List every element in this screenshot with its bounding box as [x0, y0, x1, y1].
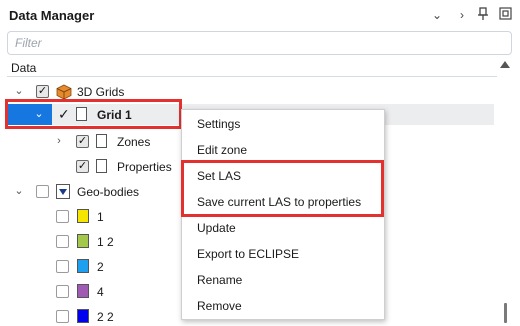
- checkbox[interactable]: [56, 210, 69, 223]
- tree-item-label: 2 2: [97, 310, 114, 324]
- filter-input[interactable]: [8, 32, 511, 54]
- menu-item-settings[interactable]: Settings: [197, 117, 240, 131]
- tree-item-label: 3D Grids: [77, 85, 125, 99]
- menu-item-remove[interactable]: Remove: [197, 299, 242, 313]
- collapse-arrow-icon[interactable]: ⌄: [13, 85, 25, 97]
- menu-item-edit-zone[interactable]: Edit zone: [197, 143, 247, 157]
- float-window-icon[interactable]: [498, 7, 512, 23]
- chevron-down-icon[interactable]: ⌄: [430, 7, 444, 23]
- tree-item-label: Zones: [117, 135, 151, 149]
- checkbox[interactable]: [56, 235, 69, 248]
- menu-item-rename[interactable]: Rename: [197, 273, 242, 287]
- annotation-highlight-las: [181, 160, 384, 217]
- scroll-thumb[interactable]: [504, 303, 507, 323]
- tree-item-properties[interactable]: ✓ Properties: [0, 156, 180, 178]
- chevron-right-icon[interactable]: ›: [455, 7, 469, 23]
- scroll-up-arrow-icon[interactable]: [500, 61, 510, 68]
- color-swatch: [77, 309, 89, 323]
- tree-item-geo-body[interactable]: 2: [0, 256, 180, 278]
- checkbox[interactable]: ✓: [36, 85, 49, 98]
- tree-item-zones[interactable]: › ✓ Zones: [0, 131, 180, 153]
- tree-item-label: 2: [97, 260, 104, 274]
- tree-item-geo-body[interactable]: 4: [0, 281, 180, 303]
- checkbox[interactable]: ✓: [76, 160, 89, 173]
- tree-item-geo-body[interactable]: 1 2: [0, 231, 180, 253]
- tree-item-geo-bodies[interactable]: ⌄ Geo-bodies: [0, 181, 180, 203]
- checkbox[interactable]: [36, 185, 49, 198]
- checkbox[interactable]: [56, 285, 69, 298]
- color-swatch: [77, 234, 89, 248]
- panel-titlebar: Data Manager ⌄ ›: [0, 0, 520, 30]
- vertical-scrollbar[interactable]: [498, 58, 514, 326]
- panel-title: Data Manager: [9, 8, 95, 23]
- geo-body-icon: [56, 184, 70, 202]
- checkbox[interactable]: [56, 260, 69, 273]
- tree-item-geo-body[interactable]: 2 2: [0, 306, 180, 326]
- tree-item-geo-body[interactable]: 1: [0, 206, 180, 228]
- checkbox[interactable]: [56, 310, 69, 323]
- properties-document-icon: [96, 159, 107, 173]
- filter-field[interactable]: [7, 31, 512, 55]
- pin-icon[interactable]: [476, 7, 490, 23]
- color-swatch: [77, 284, 89, 298]
- zones-document-icon: [96, 134, 107, 148]
- column-header-label: Data: [11, 61, 37, 75]
- color-swatch: [77, 209, 89, 223]
- tree-item-label: Properties: [117, 160, 172, 174]
- tree-item-label: 1: [97, 210, 104, 224]
- menu-item-export-eclipse[interactable]: Export to ECLIPSE: [197, 247, 299, 261]
- tree-item-label: 4: [97, 285, 104, 299]
- annotation-highlight-grid: [5, 99, 182, 129]
- tree-column-header[interactable]: Data: [7, 60, 497, 77]
- color-swatch: [77, 259, 89, 273]
- expand-arrow-icon[interactable]: ›: [53, 135, 65, 147]
- tree-item-label: Geo-bodies: [77, 185, 140, 199]
- checkbox[interactable]: ✓: [76, 135, 89, 148]
- tree-item-label: 1 2: [97, 235, 114, 249]
- collapse-arrow-icon[interactable]: ⌄: [13, 185, 25, 197]
- menu-item-update[interactable]: Update: [197, 221, 236, 235]
